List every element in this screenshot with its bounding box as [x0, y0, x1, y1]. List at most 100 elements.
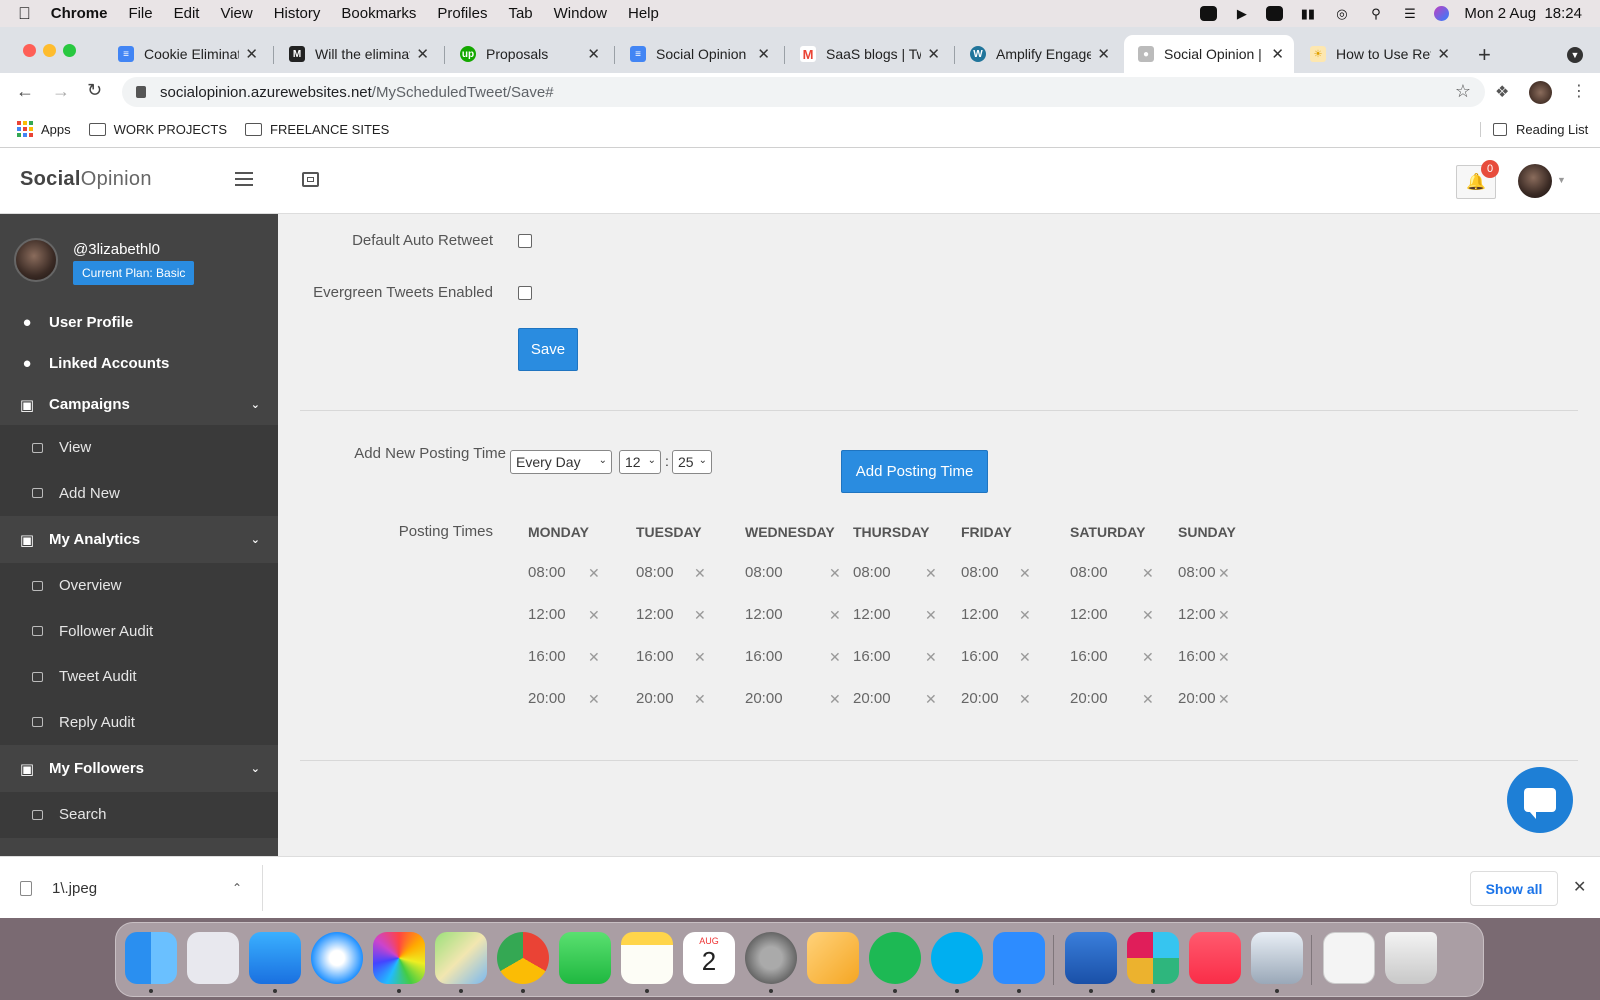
sidebar-item-user-profile[interactable]: ● User Profile: [0, 302, 278, 343]
finder-icon[interactable]: [125, 932, 177, 984]
music-icon[interactable]: [1189, 932, 1241, 984]
airdrop-icon[interactable]: ◎: [1332, 6, 1351, 22]
menu-file[interactable]: File: [128, 5, 152, 22]
remove-time-icon[interactable]: ✕: [925, 649, 937, 666]
remove-time-icon[interactable]: ✕: [1019, 565, 1031, 582]
minimize-window-icon[interactable]: [43, 44, 56, 57]
bookmark-folder-freelance-sites[interactable]: FREELANCE SITES: [245, 122, 389, 137]
remove-time-icon[interactable]: ✕: [588, 691, 600, 708]
sidebar-subitem-tweet-audit[interactable]: Tweet Audit: [0, 654, 278, 700]
remove-time-icon[interactable]: ✕: [588, 607, 600, 624]
remove-time-icon[interactable]: ✕: [1019, 607, 1031, 624]
remove-time-icon[interactable]: ✕: [588, 565, 600, 582]
recent-document-icon[interactable]: [1323, 932, 1375, 984]
new-tab-icon[interactable]: +: [1478, 42, 1491, 68]
close-tab-icon[interactable]: ✕: [927, 45, 940, 63]
system-preferences-icon[interactable]: [745, 932, 797, 984]
sidebar-subitem-follower-audit[interactable]: Follower Audit: [0, 609, 278, 655]
menubar-clock[interactable]: Mon 2 Aug 18:24: [1464, 5, 1582, 22]
chrome-menu-icon[interactable]: ⋮: [1571, 81, 1587, 101]
preview-icon[interactable]: [1251, 932, 1303, 984]
play-status-icon[interactable]: ▶: [1232, 6, 1251, 22]
spotify-icon[interactable]: [869, 932, 921, 984]
caret-down-icon[interactable]: ▼: [1557, 175, 1566, 185]
remove-time-icon[interactable]: ✕: [588, 649, 600, 666]
menu-app-name[interactable]: Chrome: [51, 5, 108, 22]
remove-time-icon[interactable]: ✕: [694, 565, 706, 582]
photos-icon[interactable]: [373, 932, 425, 984]
remove-time-icon[interactable]: ✕: [829, 565, 841, 582]
tab-search-icon[interactable]: ▼: [1567, 47, 1583, 63]
frequency-select[interactable]: Every Day ⌄: [510, 450, 612, 474]
maps-icon[interactable]: [435, 932, 487, 984]
auto-retweet-checkbox[interactable]: [518, 234, 532, 248]
battery-icon[interactable]: ▮▮: [1298, 6, 1317, 22]
apple-icon[interactable]: : [18, 4, 31, 24]
menu-bookmarks[interactable]: Bookmarks: [341, 5, 416, 22]
hamburger-menu-icon[interactable]: [235, 172, 253, 186]
remove-time-icon[interactable]: ✕: [1142, 565, 1154, 582]
forward-icon[interactable]: →: [52, 81, 70, 102]
remove-time-icon[interactable]: ✕: [1218, 691, 1230, 708]
browser-tab[interactable]: ☀ How to Use Ret ✕: [1296, 35, 1460, 73]
siri-icon[interactable]: [1434, 6, 1450, 21]
plan-badge[interactable]: Current Plan: Basic: [73, 261, 195, 285]
add-posting-time-button[interactable]: Add Posting Time: [841, 450, 988, 493]
sidebar-item-campaigns[interactable]: ▣ Campaigns ⌄: [0, 384, 278, 425]
close-tab-icon[interactable]: ✕: [757, 45, 770, 63]
bookmark-apps[interactable]: Apps: [17, 121, 71, 137]
close-tab-icon[interactable]: ✕: [416, 45, 429, 63]
profile-avatar[interactable]: [1529, 81, 1552, 104]
remove-time-icon[interactable]: ✕: [694, 607, 706, 624]
pages-icon[interactable]: [807, 932, 859, 984]
browser-tab[interactable]: M SaaS blogs | Tw ✕: [786, 35, 950, 73]
trash-icon[interactable]: [1385, 932, 1437, 984]
control-center-icon[interactable]: ☰: [1400, 6, 1419, 22]
notes-icon[interactable]: [621, 932, 673, 984]
chevron-up-icon[interactable]: ⌃: [232, 881, 242, 895]
back-icon[interactable]: ←: [16, 81, 34, 102]
remove-time-icon[interactable]: ✕: [694, 691, 706, 708]
reload-icon[interactable]: ↻: [87, 80, 102, 101]
user-avatar[interactable]: [1518, 164, 1552, 198]
remove-time-icon[interactable]: ✕: [829, 691, 841, 708]
bookmark-star-icon[interactable]: ☆: [1455, 81, 1471, 102]
menu-help[interactable]: Help: [628, 5, 659, 22]
avatar[interactable]: [14, 238, 58, 282]
menu-profiles[interactable]: Profiles: [437, 5, 487, 22]
calendar-icon[interactable]: AUG 2: [683, 932, 735, 984]
word-icon[interactable]: [1065, 932, 1117, 984]
evergreen-checkbox[interactable]: [518, 286, 532, 300]
remove-time-icon[interactable]: ✕: [925, 565, 937, 582]
skype-icon[interactable]: [931, 932, 983, 984]
remove-time-icon[interactable]: ✕: [829, 607, 841, 624]
fullscreen-icon[interactable]: [302, 172, 319, 187]
remove-time-icon[interactable]: ✕: [829, 649, 841, 666]
sidebar-item-my-followers[interactable]: ▣ My Followers ⌄: [0, 745, 278, 792]
remove-time-icon[interactable]: ✕: [925, 607, 937, 624]
camera-status-icon[interactable]: [1200, 6, 1218, 21]
user-handle[interactable]: @3lizabethl0: [73, 241, 160, 258]
sidebar-subitem-add-new[interactable]: Add New: [0, 471, 278, 517]
slack-icon[interactable]: [1127, 932, 1179, 984]
sidebar-item-my-analytics[interactable]: ▣ My Analytics ⌄: [0, 516, 278, 563]
menu-tab[interactable]: Tab: [508, 5, 532, 22]
sidebar-subitem-reply-audit[interactable]: Reply Audit: [0, 700, 278, 746]
close-tab-icon[interactable]: ✕: [1271, 45, 1284, 63]
live-chat-button[interactable]: [1507, 767, 1573, 833]
browser-tab[interactable]: W Amplify Engage ✕: [956, 35, 1120, 73]
safari-icon[interactable]: [311, 932, 363, 984]
remove-time-icon[interactable]: ✕: [1019, 691, 1031, 708]
close-tab-icon[interactable]: ✕: [587, 45, 600, 63]
remove-time-icon[interactable]: ✕: [925, 691, 937, 708]
remove-time-icon[interactable]: ✕: [694, 649, 706, 666]
close-tab-icon[interactable]: ✕: [1437, 45, 1450, 63]
search-icon[interactable]: ⚲: [1366, 6, 1385, 22]
browser-tab[interactable]: M Will the eliminat ✕: [275, 35, 439, 73]
close-tab-icon[interactable]: ✕: [1097, 45, 1110, 63]
close-window-icon[interactable]: [23, 44, 36, 57]
download-item[interactable]: 1\.jpeg ⌃: [20, 875, 250, 901]
extensions-icon[interactable]: ❖: [1495, 82, 1509, 102]
menu-edit[interactable]: Edit: [174, 5, 200, 22]
mail-icon[interactable]: [249, 932, 301, 984]
